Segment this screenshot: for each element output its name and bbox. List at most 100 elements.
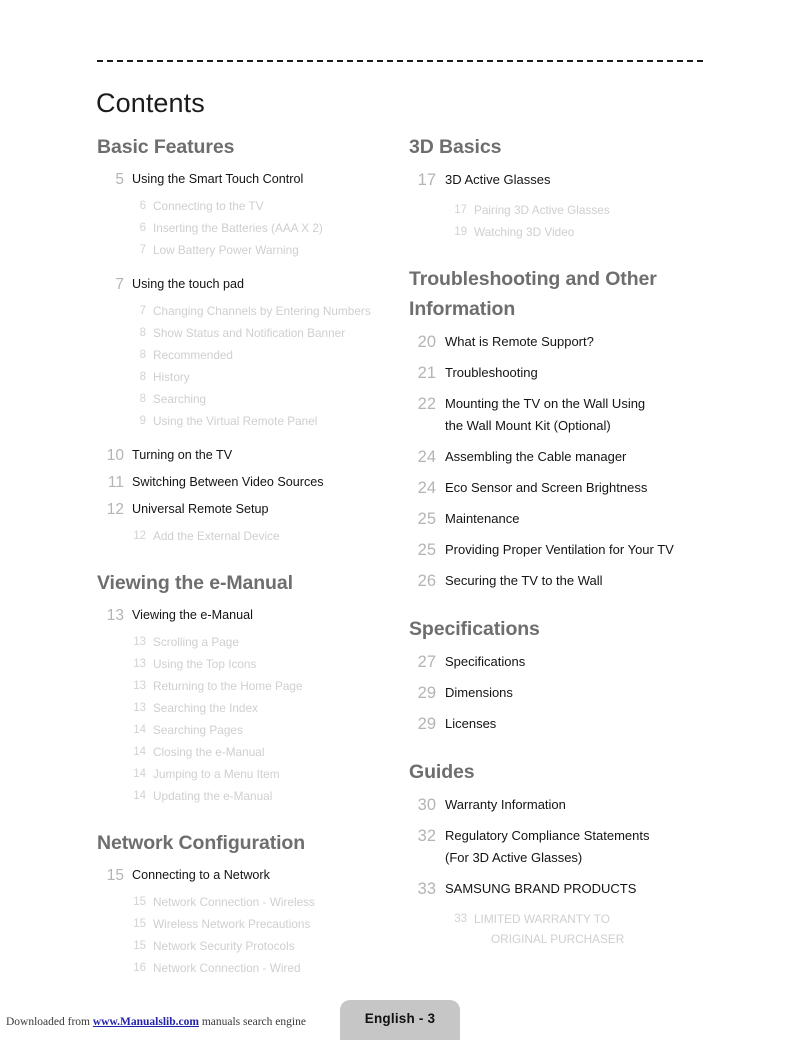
toc-subentry-title: Using the Virtual Remote Panel — [153, 414, 318, 428]
toc-subentry[interactable]: 14 Jumping to a Menu Item — [122, 764, 397, 784]
toc-subentry[interactable]: 8 History — [122, 367, 397, 387]
top-dashed-rule — [97, 60, 703, 62]
toc-section-specifications: Specifications 27 Specifications 29 Dimensio… — [409, 614, 709, 735]
toc-subentry-group: 17 Pairing 3D Active Glasses 19 Watching 3D… — [443, 200, 709, 242]
toc-entry[interactable]: 21 Troubleshooting — [409, 362, 709, 384]
toc-entry[interactable]: 13 Viewing the e-Manual — [97, 605, 397, 626]
toc-entry[interactable]: 32 Regulatory Compliance Statements (For 3… — [409, 825, 709, 869]
toc-entry[interactable]: 24 Assembling the Cable manager — [409, 446, 709, 468]
toc-entry-title-continued: (For 3D Active Glasses) — [445, 850, 583, 865]
toc-section-heading: 3D Basics — [409, 136, 502, 158]
toc-subentry[interactable]: 14 Closing the e-Manual — [122, 742, 397, 762]
toc-entry-page-number: 7 — [115, 276, 124, 293]
toc-entry-title-continued: the Wall Mount Kit (Optional) — [445, 418, 611, 433]
toc-subentry-group: 7 Changing Channels by Entering Numbers 8 S… — [122, 301, 397, 431]
toc-entry-page-number: 12 — [106, 501, 124, 518]
toc-entry-page-number: 13 — [106, 607, 124, 624]
toc-subentry-page-number: 19 — [454, 226, 467, 238]
toc-subentry[interactable]: 9 Using the Virtual Remote Panel — [122, 411, 397, 431]
toc-entry-page-number: 25 — [417, 541, 436, 559]
toc-entry[interactable]: 10 Turning on the TV — [97, 445, 397, 466]
toc-entry-title: Licenses — [445, 716, 497, 731]
toc-subentry-title: Searching the Index — [153, 701, 258, 715]
toc-subentry[interactable]: 8 Recommended — [122, 345, 397, 365]
toc-subentry-title: History — [153, 370, 190, 384]
toc-entry-title: Assembling the Cable manager — [445, 449, 627, 464]
toc-entry[interactable]: 33 SAMSUNG BRAND PRODUCTS — [409, 878, 709, 900]
toc-subentry[interactable]: 6 Inserting the Batteries (AAA X 2) — [122, 218, 397, 238]
toc-subentry[interactable]: 7 Low Battery Power Warning — [122, 240, 397, 260]
toc-subentry[interactable]: 17 Pairing 3D Active Glasses — [443, 200, 709, 220]
page-title: Contents — [96, 88, 205, 119]
toc-entry[interactable]: 12 Universal Remote Setup — [97, 499, 397, 520]
toc-entry-title: Viewing the e-Manual — [132, 608, 253, 622]
toc-entry-title: Securing the TV to the Wall — [445, 573, 603, 588]
toc-entry-title: Dimensions — [445, 685, 513, 700]
toc-subentry-page-number: 9 — [139, 415, 146, 427]
toc-subentry-title: Scrolling a Page — [153, 635, 239, 649]
toc-entry[interactable]: 11 Switching Between Video Sources — [97, 472, 397, 493]
toc-subentry-title: Jumping to a Menu Item — [153, 767, 280, 781]
toc-entry-page-number: 22 — [417, 395, 436, 413]
toc-entry-title: SAMSUNG BRAND PRODUCTS — [445, 881, 637, 896]
toc-entry[interactable]: 17 3D Active Glasses — [409, 169, 709, 191]
toc-subentry-title: Low Battery Power Warning — [153, 243, 299, 257]
toc-entry-page-number: 10 — [106, 447, 124, 464]
toc-subentry-page-number: 12 — [133, 530, 146, 542]
toc-subentry[interactable]: 7 Changing Channels by Entering Numbers — [122, 301, 397, 321]
toc-subentry[interactable]: 16 Network Connection - Wired — [122, 958, 397, 978]
toc-subentry[interactable]: 14 Updating the e-Manual — [122, 786, 397, 806]
manual-contents-page: Contents Basic Features 5 Using the Smart … — [0, 0, 800, 1040]
toc-subentry[interactable]: 6 Connecting to the TV — [122, 196, 397, 216]
toc-entry[interactable]: 20 What is Remote Support? — [409, 331, 709, 353]
toc-section-guides: Guides 30 Warranty Information 32 Regulatory… — [409, 757, 709, 949]
toc-subentry[interactable]: 15 Wireless Network Precautions — [122, 914, 397, 934]
toc-section-heading: Troubleshooting and Other Information — [409, 268, 657, 320]
toc-subentry[interactable]: 13 Scrolling a Page — [122, 632, 397, 652]
manualslib-link[interactable]: www.Manualslib.com — [93, 1016, 199, 1028]
toc-subentry-title: Wireless Network Precautions — [153, 917, 311, 931]
toc-subentry-title: Watching 3D Video — [474, 225, 575, 239]
toc-entry[interactable]: 7 Using the touch pad — [97, 274, 397, 295]
toc-subentry[interactable]: 8 Show Status and Notification Banner — [122, 323, 397, 343]
toc-entry[interactable]: 29 Licenses — [409, 713, 709, 735]
toc-subentry[interactable]: 33 LIMITED WARRANTY TO ORIGINAL PURCHASER — [443, 909, 709, 949]
toc-subentry-title: Changing Channels by Entering Numbers — [153, 304, 371, 318]
toc-section-heading: Viewing the e-Manual — [97, 572, 293, 594]
toc-entry-title: Using the Smart Touch Control — [132, 172, 304, 186]
toc-subentry[interactable]: 13 Using the Top Icons — [122, 654, 397, 674]
toc-subentry-title: Inserting the Batteries (AAA X 2) — [153, 221, 323, 235]
toc-subentry[interactable]: 8 Searching — [122, 389, 397, 409]
toc-subentry[interactable]: 19 Watching 3D Video — [443, 222, 709, 242]
toc-entry[interactable]: 24 Eco Sensor and Screen Brightness — [409, 477, 709, 499]
toc-entry[interactable]: 30 Warranty Information — [409, 794, 709, 816]
toc-subentry-group: 13 Scrolling a Page 13 Using the Top Icons 1… — [122, 632, 397, 806]
toc-subentry[interactable]: 12 Add the External Device — [122, 526, 397, 546]
toc-subentry[interactable]: 15 Network Security Protocols — [122, 936, 397, 956]
toc-subentry[interactable]: 13 Returning to the Home Page — [122, 676, 397, 696]
toc-entry-title: Switching Between Video Sources — [132, 475, 324, 489]
toc-entry-title: Troubleshooting — [445, 365, 538, 380]
toc-entry[interactable]: 5 Using the Smart Touch Control — [97, 169, 397, 190]
toc-entry-page-number: 15 — [106, 867, 124, 884]
toc-subentry-title: Network Connection - Wireless — [153, 895, 315, 909]
toc-subentry-title: Connecting to the TV — [153, 199, 264, 213]
toc-entry-page-number: 32 — [417, 827, 436, 845]
toc-subentry-page-number: 8 — [139, 393, 146, 405]
toc-subentry-title: Searching Pages — [153, 723, 243, 737]
toc-entry[interactable]: 25 Maintenance — [409, 508, 709, 530]
toc-entry-page-number: 11 — [107, 474, 124, 491]
toc-entry[interactable]: 26 Securing the TV to the Wall — [409, 570, 709, 592]
toc-entry[interactable]: 25 Providing Proper Ventilation for Your … — [409, 539, 709, 561]
toc-subentry-page-number: 7 — [139, 305, 146, 317]
toc-subentry-page-number: 6 — [139, 200, 146, 212]
toc-subentry[interactable]: 13 Searching the Index — [122, 698, 397, 718]
toc-entry[interactable]: 27 Specifications — [409, 651, 709, 673]
toc-entry[interactable]: 29 Dimensions — [409, 682, 709, 704]
toc-subentry-page-number: 33 — [454, 913, 467, 925]
toc-subentry[interactable]: 15 Network Connection - Wireless — [122, 892, 397, 912]
toc-entry[interactable]: 22 Mounting the TV on the Wall Using the W… — [409, 393, 709, 437]
toc-section-heading: Guides — [409, 761, 475, 783]
toc-subentry[interactable]: 14 Searching Pages — [122, 720, 397, 740]
toc-entry[interactable]: 15 Connecting to a Network — [97, 865, 397, 886]
